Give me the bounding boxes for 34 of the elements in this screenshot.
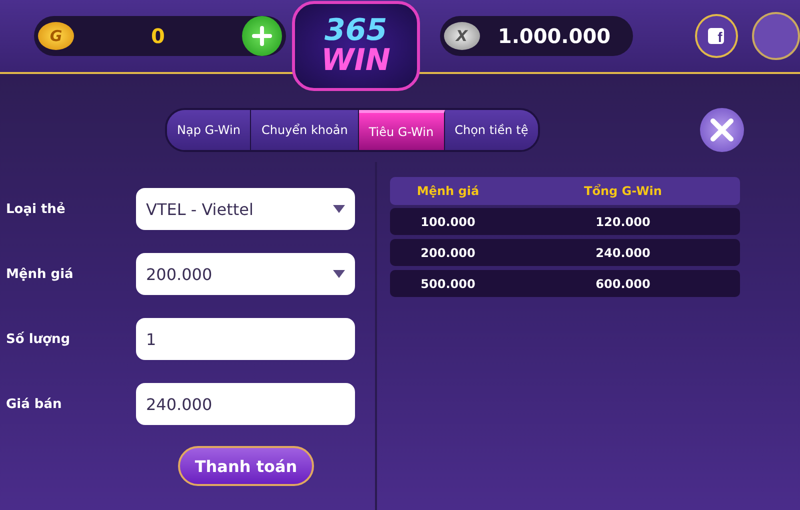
coin-icon: G bbox=[38, 22, 74, 50]
close-icon bbox=[709, 117, 736, 143]
column-header: Tổng G-Win bbox=[583, 184, 663, 198]
table-cell-text: 100.000 bbox=[420, 214, 476, 228]
field-label: Loại thẻ bbox=[5, 202, 66, 216]
column-header: Mệnh giá bbox=[416, 184, 480, 198]
balance-amount: 0 bbox=[150, 24, 166, 48]
facebook-button[interactable]: f bbox=[694, 14, 738, 58]
table-cell-text: 240.000 bbox=[594, 246, 652, 260]
add-button[interactable] bbox=[242, 16, 282, 56]
table-cell-text: 600.000 bbox=[594, 276, 652, 290]
round-button[interactable] bbox=[752, 12, 800, 60]
caret-icon bbox=[333, 205, 345, 213]
tab[interactable]: Tiêu G-Win bbox=[358, 110, 445, 150]
table-cell-text: 200.000 bbox=[420, 246, 476, 260]
plus-icon bbox=[252, 26, 272, 46]
field-label: Số lượng bbox=[5, 332, 72, 346]
dropdown-field[interactable]: VTEL - Viettel bbox=[136, 188, 355, 230]
logo: 365 WIN bbox=[292, 1, 420, 91]
dropdown-field[interactable]: 200.000 bbox=[136, 253, 355, 295]
close-button[interactable] bbox=[700, 108, 744, 152]
table-cell-text: 500.000 bbox=[420, 276, 476, 290]
tab[interactable]: Chọn tiền tệ bbox=[444, 110, 538, 150]
table-cell-text: 120.000 bbox=[594, 214, 652, 228]
field-label: Giá bán bbox=[5, 396, 63, 412]
input-field[interactable]: 240.000 bbox=[136, 383, 355, 425]
field-label: Mệnh giá bbox=[5, 266, 74, 282]
balance-amount: 1.000.000 bbox=[496, 24, 612, 48]
pay-button[interactable]: Thanh toán bbox=[178, 446, 314, 486]
coin-icon: X bbox=[444, 22, 480, 50]
tab[interactable]: Chuyển khoản bbox=[251, 110, 359, 150]
tab[interactable]: Nạp G-Win bbox=[167, 110, 252, 150]
caret-icon bbox=[333, 270, 345, 278]
input-field[interactable]: 1 bbox=[136, 318, 355, 360]
